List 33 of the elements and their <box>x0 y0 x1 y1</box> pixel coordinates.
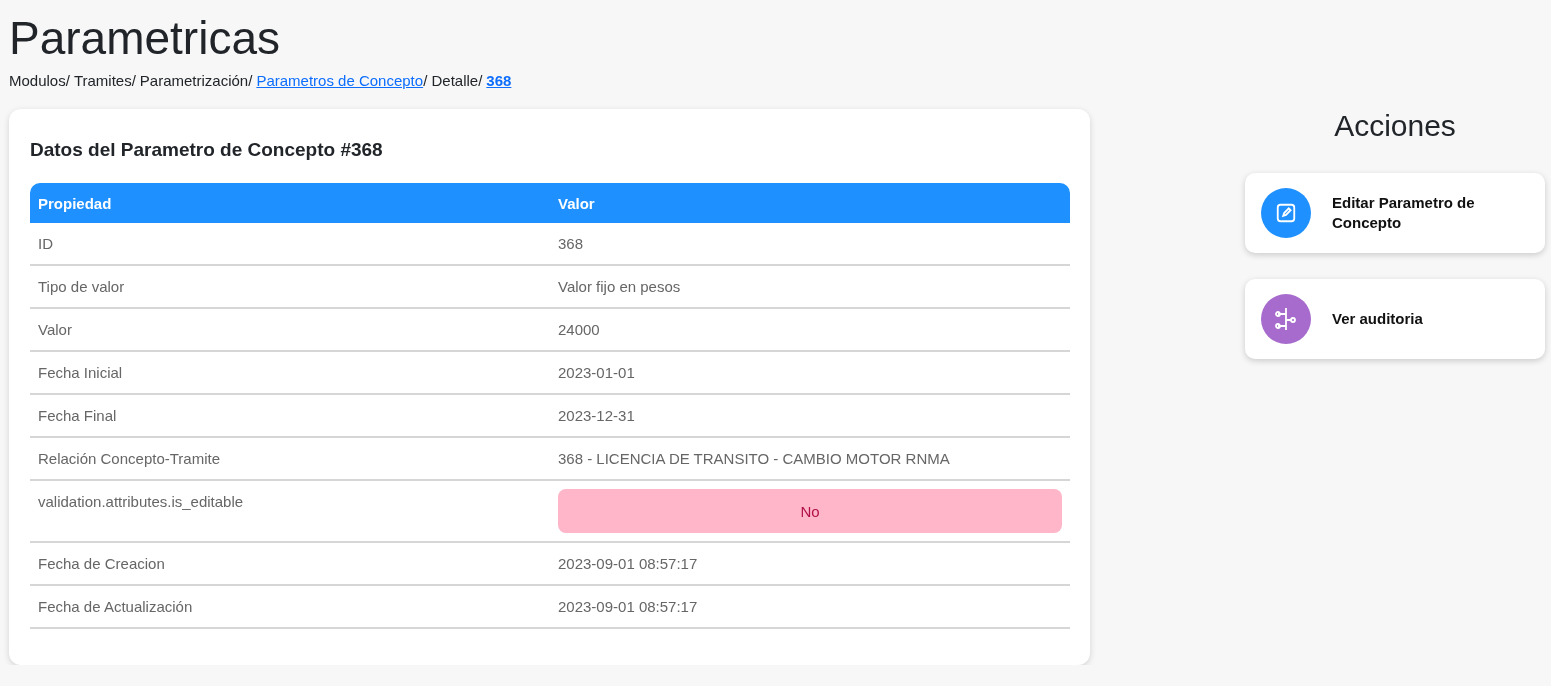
breadcrumb-link[interactable]: 368 <box>486 72 512 89</box>
column-header: Propiedad <box>30 183 550 223</box>
status-badge: No <box>558 489 1062 533</box>
branch-icon <box>1274 306 1298 332</box>
table-cell: Fecha Inicial <box>30 351 550 394</box>
table-cell: Fecha de Actualización <box>30 585 550 628</box>
action-button[interactable]: Editar Parametro de Concepto <box>1245 173 1545 253</box>
card-title: Datos del Parametro de Concepto #368 <box>30 139 384 161</box>
table-cell: ID <box>30 223 550 265</box>
breadcrumb-item: Tramites/ <box>73 72 136 89</box>
table-cell: Valor fijo en pesos <box>550 265 1070 308</box>
breadcrumb-link[interactable]: Parametros de Concepto <box>256 72 424 89</box>
table-cell: Fecha de Creacion <box>30 542 550 585</box>
table-cell: 368 <box>550 223 1070 265</box>
table-cell: Tipo de valor <box>30 265 550 308</box>
page-title: Parametricas <box>9 11 281 66</box>
table-cell: Fecha Final <box>30 394 550 437</box>
table-cell: 368 - LICENCIA DE TRANSITO - CAMBIO MOTOR RNMA <box>550 437 1070 480</box>
table-cell: Relación Concepto-Tramite <box>30 437 550 480</box>
action-button[interactable]: Ver auditoria <box>1245 279 1545 359</box>
table-cell: 2023-01-01 <box>550 351 1070 394</box>
breadcrumb-item: Modulos/ <box>9 72 70 89</box>
table-cell: validation.attributes.is_editable <box>30 480 550 542</box>
breadcrumb-item: / Detalle/ <box>423 72 483 89</box>
section-title: Acciones <box>1333 109 1457 143</box>
table-cell: 2023-12-31 <box>550 394 1070 437</box>
edit-icon <box>1275 202 1297 224</box>
table-cell: 2023-09-01 08:57:17 <box>550 585 1070 628</box>
table-cell: 2023-09-01 08:57:17 <box>550 542 1070 585</box>
column-header: Valor <box>550 183 1070 223</box>
table-cell: Valor <box>30 308 550 351</box>
table-cell: 24000 <box>550 308 1070 351</box>
breadcrumb-item: Parametrización/ <box>139 72 253 89</box>
